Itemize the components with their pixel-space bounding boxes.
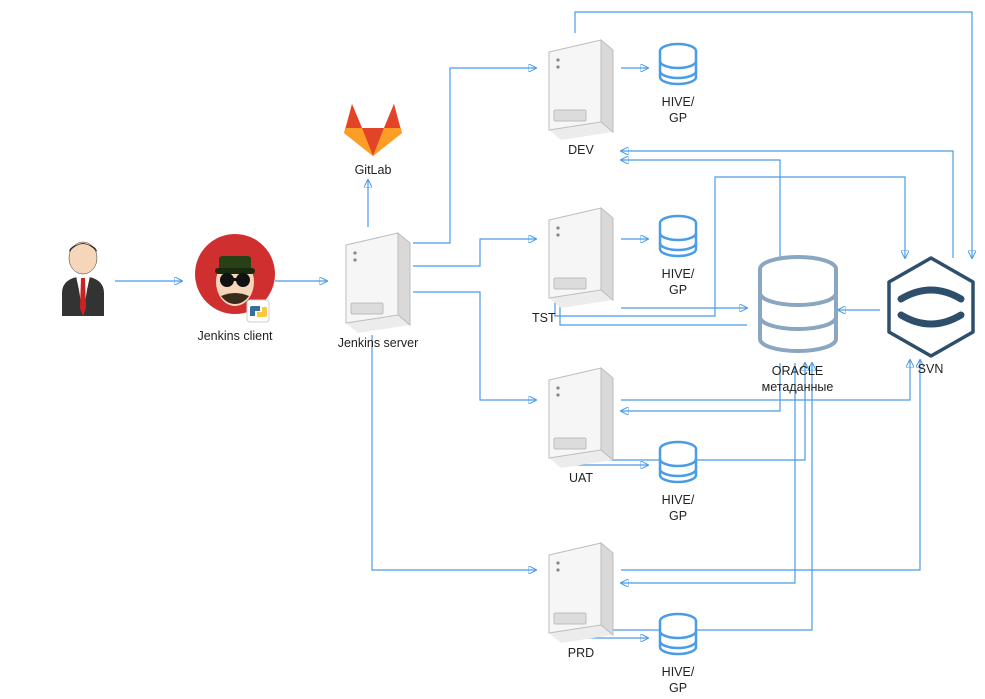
database-icon <box>752 255 844 361</box>
server-icon <box>539 32 623 140</box>
hive-uat-label: HIVE/ GP <box>648 493 708 524</box>
database-icon <box>654 440 702 490</box>
arrow-server-to-prd <box>372 335 536 570</box>
arrow-server-to-tst <box>413 239 536 266</box>
jenkins-server-node: Jenkins server <box>328 225 428 352</box>
uat-label: UAT <box>536 471 626 487</box>
prd-server-node: PRD <box>536 535 626 662</box>
gitlab-label: GitLab <box>333 163 413 179</box>
database-icon <box>654 42 702 92</box>
hive-uat-node: HIVE/ GP <box>648 440 708 524</box>
jenkins-client-label: Jenkins client <box>185 329 285 345</box>
server-icon <box>539 200 623 308</box>
server-icon <box>539 360 623 468</box>
jenkins-client-node: Jenkins client <box>185 230 285 345</box>
database-icon <box>654 214 702 264</box>
database-icon <box>654 612 702 662</box>
gitlab-icon <box>338 98 408 160</box>
svn-node: SVN <box>878 255 983 378</box>
uat-server-node: UAT <box>536 360 626 487</box>
jenkins-server-label: Jenkins server <box>328 336 428 352</box>
svn-label: SVN <box>878 362 983 378</box>
hive-dev-label: HIVE/ GP <box>648 95 708 126</box>
server-icon <box>336 225 420 333</box>
user-icon <box>48 238 118 319</box>
server-icon <box>539 535 623 643</box>
arrow-server-to-dev <box>413 68 536 243</box>
hive-prd-label: HIVE/ GP <box>648 665 708 696</box>
dev-server-node: DEV <box>536 32 626 159</box>
dev-label: DEV <box>536 143 626 159</box>
tst-label: TST <box>532 311 626 327</box>
arrow-dev-to-svn <box>575 12 972 258</box>
hive-prd-node: HIVE/ GP <box>648 612 708 696</box>
jenkins-icon <box>191 230 279 326</box>
hive-tst-node: HIVE/ GP <box>648 214 708 298</box>
gitlab-node: GitLab <box>333 98 413 179</box>
oracle-label: ORACLE метаданные <box>745 364 850 395</box>
hive-dev-node: HIVE/ GP <box>648 42 708 126</box>
oracle-node: ORACLE метаданные <box>745 255 850 395</box>
tst-server-node: TST <box>536 200 626 327</box>
arrow-server-to-uat <box>413 292 536 400</box>
svn-icon <box>883 255 979 359</box>
hive-tst-label: HIVE/ GP <box>648 267 708 298</box>
prd-label: PRD <box>536 646 626 662</box>
